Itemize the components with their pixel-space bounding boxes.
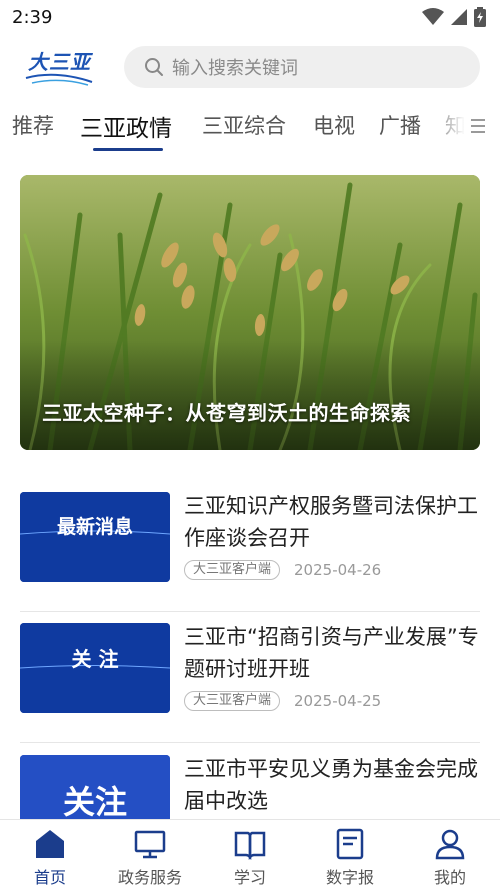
divider bbox=[20, 742, 480, 743]
hero-banner[interactable]: 三亚太空种子：从苍穹到沃土的生命探索 bbox=[20, 175, 480, 450]
thumb-label: 关 注 bbox=[71, 647, 119, 671]
newspaper-icon bbox=[336, 828, 364, 860]
nav-home[interactable]: 首页 bbox=[0, 828, 100, 888]
tab-recommend[interactable]: 推荐 bbox=[12, 110, 54, 140]
category-tabs: 推荐 三亚政情 三亚综合 电视 广播 知 bbox=[0, 100, 500, 156]
hero-caption: 三亚太空种子：从苍穹到沃土的生命探索 bbox=[42, 401, 411, 425]
status-time: 2:39 bbox=[12, 6, 53, 28]
nav-label: 政务服务 bbox=[117, 868, 182, 887]
tab-sanya-general[interactable]: 三亚综合 bbox=[202, 110, 286, 140]
app-logo[interactable]: 大三亚 bbox=[22, 46, 98, 88]
nav-gov-services[interactable]: 政务服务 bbox=[100, 828, 200, 888]
search-icon bbox=[145, 58, 163, 76]
nav-digital-paper[interactable]: 数字报 bbox=[300, 828, 400, 888]
monitor-icon bbox=[134, 830, 166, 859]
news-title: 三亚知识产权服务暨司法保护工作座谈会召开 bbox=[184, 494, 478, 550]
news-title: 三亚市平安见义勇为基金会完成届中改选 bbox=[184, 757, 478, 813]
news-title: 三亚市“招商引资与产业发展”专题研讨班开班 bbox=[184, 625, 479, 681]
nav-label: 我的 bbox=[433, 868, 466, 887]
nav-label: 学习 bbox=[233, 868, 266, 887]
tab-radio[interactable]: 广播 bbox=[379, 110, 421, 140]
channel-menu-icon[interactable] bbox=[468, 116, 488, 136]
search-placeholder: 输入搜索关键词 bbox=[172, 58, 298, 79]
active-tab-indicator bbox=[93, 148, 163, 151]
user-icon bbox=[435, 829, 465, 860]
logo-wave-icon bbox=[25, 73, 93, 86]
nav-label: 数字报 bbox=[325, 868, 374, 887]
thumb-label: 关注 bbox=[62, 783, 127, 821]
home-icon bbox=[36, 830, 64, 858]
source-badge: 大三亚客户端 bbox=[184, 691, 281, 711]
thumb-label: 最新消息 bbox=[56, 516, 133, 538]
news-thumbnail: 关 注 bbox=[20, 623, 170, 713]
news-meta: 大三亚客户端 2025-04-25 bbox=[184, 691, 381, 711]
nav-profile[interactable]: 我的 bbox=[400, 828, 500, 888]
search-input[interactable]: 输入搜索关键词 bbox=[124, 46, 480, 88]
status-bar: 2:39 bbox=[0, 0, 500, 34]
divider bbox=[20, 611, 480, 612]
news-thumbnail: 最新消息 bbox=[20, 492, 170, 582]
nav-label: 首页 bbox=[33, 868, 66, 887]
book-icon bbox=[234, 831, 266, 860]
wifi-icon bbox=[422, 8, 444, 25]
signal-icon bbox=[451, 9, 467, 25]
app-header: 大三亚 输入搜索关键词 bbox=[0, 42, 500, 92]
news-date: 2025-04-26 bbox=[294, 561, 382, 579]
battery-icon bbox=[474, 7, 486, 27]
source-badge: 大三亚客户端 bbox=[184, 560, 281, 580]
status-icons bbox=[422, 7, 486, 27]
news-item[interactable]: 关 注 三亚市“招商引资与产业发展”专题研讨班开班 大三亚客户端 2025-04… bbox=[20, 623, 480, 743]
bottom-nav: 首页 政务服务 学习 数字报 我的 bbox=[0, 819, 500, 889]
news-meta: 大三亚客户端 2025-04-26 bbox=[184, 560, 381, 580]
news-item[interactable]: 最新消息 三亚知识产权服务暨司法保护工作座谈会召开 大三亚客户端 2025-04… bbox=[20, 492, 480, 612]
news-date: 2025-04-25 bbox=[294, 692, 382, 710]
nav-study[interactable]: 学习 bbox=[200, 828, 300, 888]
tab-tv[interactable]: 电视 bbox=[313, 110, 355, 140]
tab-sanya-politics[interactable]: 三亚政情 bbox=[80, 109, 172, 143]
